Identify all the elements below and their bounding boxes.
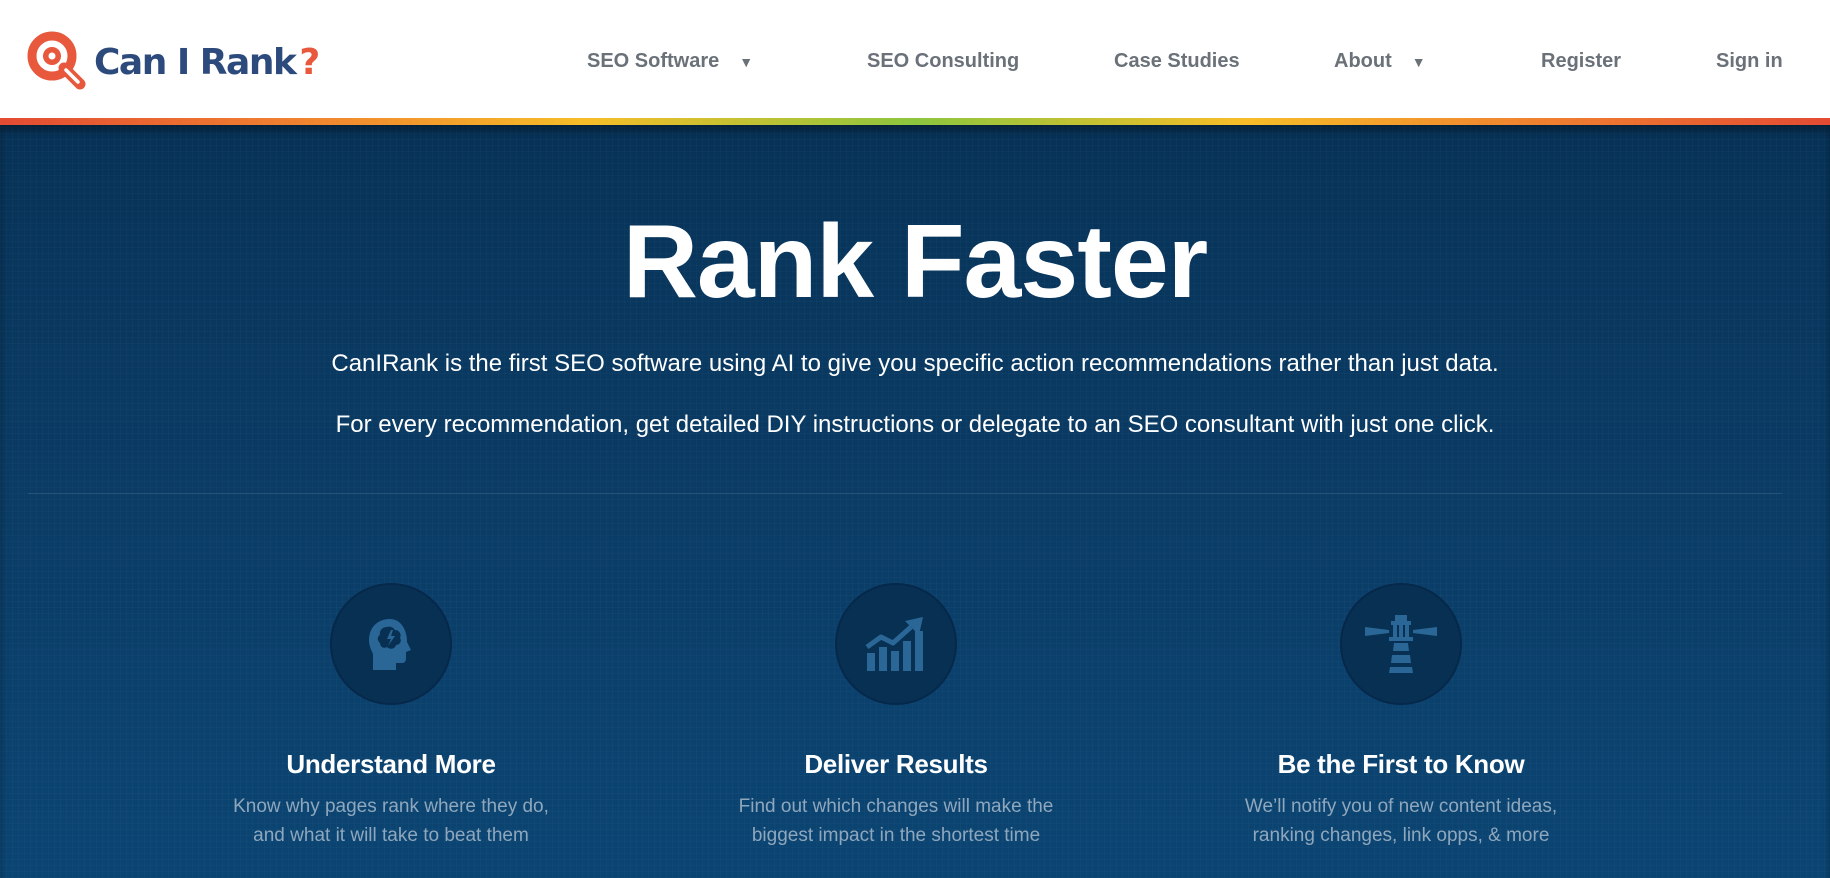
section-divider [28, 493, 1782, 494]
feature-title: Understand More [286, 749, 496, 779]
feature-description-line: and what it will take to beat them [253, 825, 529, 846]
feature-understand-more: Understand More Know why pages rank wher… [171, 583, 611, 850]
nav-item-register[interactable]: Register [1541, 50, 1621, 73]
nav-label: Sign in [1716, 50, 1783, 72]
nav-label: SEO Software [587, 50, 720, 72]
feature-description-line: biggest impact in the shortest time [751, 825, 1041, 846]
feature-description-line: Find out which changes will make the [738, 796, 1054, 817]
nav-item-seo-consulting[interactable]: SEO Consulting [867, 50, 1019, 73]
feature-description-line: ranking changes, link opps, & more [1252, 825, 1550, 846]
hero-title: Rank Faster [622, 204, 1208, 320]
nav-label: SEO Consulting [867, 50, 1020, 72]
nav-label: Case Studies [1114, 50, 1240, 72]
chevron-down-icon: ▼ [739, 53, 754, 70]
nav-item-sign-in[interactable]: Sign in [1716, 50, 1783, 73]
feature-be-the-first-to-know: Be the First to Know We’ll notify you of… [1181, 583, 1621, 850]
nav-label: Register [1541, 50, 1622, 72]
feature-description: Know why pages rank where they do, and w… [171, 792, 611, 850]
hero-description-line-2: For every recommendation, get detailed D… [335, 411, 1495, 438]
hero-description-line-1: CanIRank is the first SEO software using… [331, 350, 1499, 377]
feature-deliver-results: Deliver Results Find out which changes w… [676, 583, 1116, 850]
feature-description: We’ll notify you of new content ideas, r… [1181, 792, 1621, 850]
feature-description: Find out which changes will make the big… [676, 792, 1116, 850]
chevron-down-icon: ▼ [1411, 53, 1426, 70]
main-nav: SEO Software ▼ SEO Consulting Case Studi… [0, 0, 1830, 118]
nav-item-about[interactable]: About ▼ [1334, 50, 1426, 73]
hero-section: Rank Faster CanIRank is the first SEO so… [0, 125, 1830, 878]
accent-gradient-bar [0, 118, 1830, 125]
feature-description-line: Know why pages rank where they do, [233, 796, 549, 817]
site-header: Can I Rank? SEO Software ▼ SEO Consultin… [0, 0, 1830, 118]
brain-head-icon [369, 619, 411, 670]
growth-chart-icon [865, 617, 923, 671]
nav-item-seo-software[interactable]: SEO Software ▼ [587, 50, 753, 73]
feature-title: Deliver Results [804, 749, 988, 779]
feature-title: Be the First to Know [1277, 749, 1525, 779]
lighthouse-icon [1365, 615, 1437, 673]
feature-icon-circle [835, 583, 957, 705]
nav-item-case-studies[interactable]: Case Studies [1114, 50, 1240, 73]
feature-icon-circle [330, 583, 452, 705]
nav-label: About [1334, 50, 1392, 72]
feature-description-line: We’ll notify you of new content ideas, [1244, 796, 1558, 817]
feature-icon-circle [1340, 583, 1462, 705]
